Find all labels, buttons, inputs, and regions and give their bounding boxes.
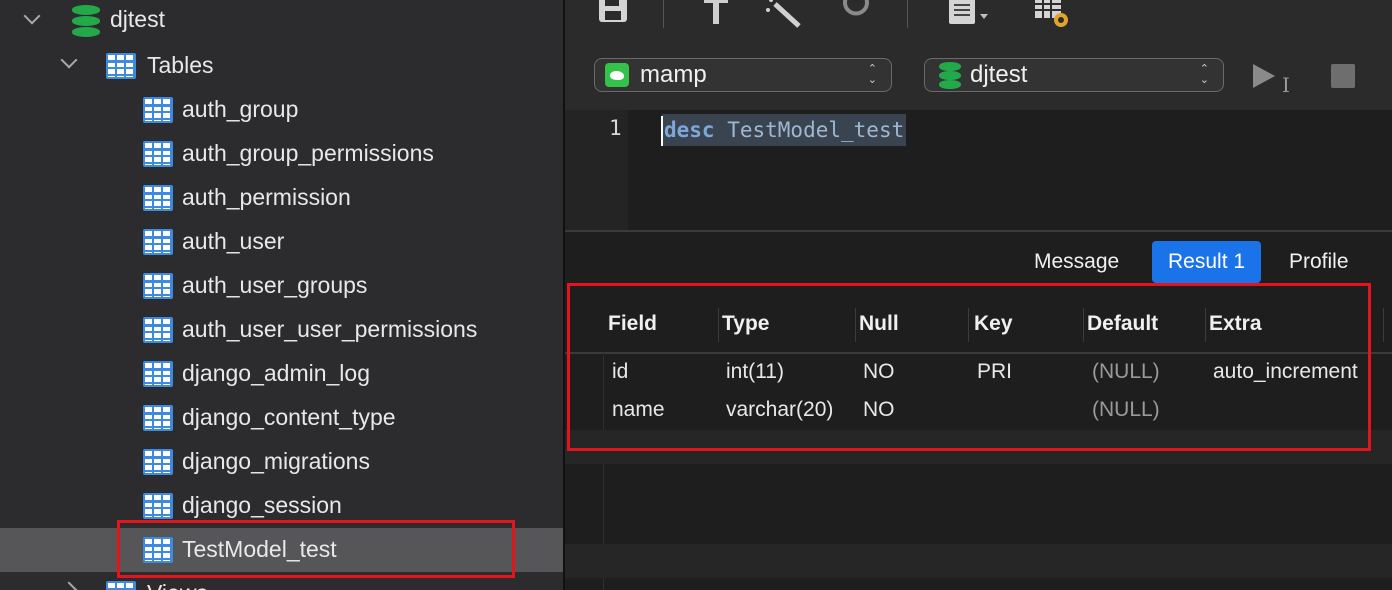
format-icon[interactable] <box>701 0 731 32</box>
table-item[interactable]: auth_user <box>0 220 563 264</box>
tab-result-1[interactable]: Result 1 <box>1152 241 1262 283</box>
table-item[interactable]: django_content_type <box>0 396 563 440</box>
table-icon <box>143 141 173 167</box>
connection-select[interactable]: mamp ⌃ ⌄ <box>594 58 892 92</box>
table-item[interactable]: auth_permission <box>0 176 563 220</box>
table-icon <box>143 317 173 343</box>
sql-editor[interactable]: 1 desc TestModel_test <box>565 110 1392 230</box>
tab-message[interactable]: Message <box>1018 241 1135 283</box>
query-panel: mamp ⌃ ⌄ djtest ⌃ ⌄ I 1 desc TestModel_tes… <box>565 0 1392 590</box>
database-icon <box>939 62 961 89</box>
table-label: django_admin_log <box>182 360 370 386</box>
updown-chevron-icon: ⌃ ⌄ <box>867 63 877 86</box>
table-icon <box>143 185 173 211</box>
stop-icon[interactable] <box>1331 64 1355 88</box>
line-gutter: 1 <box>565 110 628 230</box>
tab-profile[interactable]: Profile <box>1273 241 1365 283</box>
table-item[interactable]: auth_user_user_permissions <box>0 308 563 352</box>
tables-folder-icon <box>106 53 136 79</box>
updown-chevron-icon: ⌃ ⌄ <box>1199 63 1209 86</box>
table-icon <box>143 97 173 123</box>
table-icon <box>143 273 173 299</box>
document-icon[interactable] <box>947 0 991 34</box>
tables-group-label: Tables <box>147 52 214 78</box>
run-icon[interactable] <box>1253 64 1275 88</box>
database-select[interactable]: djtest ⌃ ⌄ <box>924 58 1224 92</box>
sql-keyword: desc <box>664 118 715 142</box>
table-icon <box>143 361 173 387</box>
line-number: 1 <box>609 116 622 140</box>
mamp-icon <box>605 63 629 87</box>
table-icon <box>143 229 173 255</box>
table-label: django_session <box>182 492 342 518</box>
chevron-down-icon[interactable] <box>23 7 41 25</box>
save-icon[interactable] <box>597 0 629 30</box>
column-divider[interactable] <box>1383 308 1384 342</box>
table-label: auth_permission <box>182 184 351 210</box>
sql-text[interactable]: desc TestModel_test <box>662 114 907 146</box>
table-label: django_migrations <box>182 448 370 474</box>
table-label: auth_user_user_permissions <box>182 316 478 342</box>
undo-icon[interactable] <box>841 0 871 28</box>
table-icon <box>143 493 173 519</box>
tree-item-database[interactable]: djtest <box>0 0 563 44</box>
tree-item-tables[interactable]: Tables <box>0 44 563 88</box>
table-item[interactable]: auth_user_groups <box>0 264 563 308</box>
table-label: auth_user <box>182 228 285 254</box>
connection-label: mamp <box>640 61 707 88</box>
database-label: djtest <box>970 61 1028 88</box>
table-item[interactable]: auth_group <box>0 88 563 132</box>
text-cursor-icon: I <box>1282 73 1290 97</box>
table-item[interactable]: django_admin_log <box>0 352 563 396</box>
sql-rest: TestModel_test <box>714 118 905 142</box>
chevron-right-icon[interactable] <box>60 581 78 590</box>
views-group-label: Views <box>147 580 208 590</box>
result-highlight <box>567 283 1371 451</box>
result-tabs: Message Result 1 Profile <box>565 232 1392 286</box>
table-label: auth_group <box>182 96 299 122</box>
table-item[interactable]: auth_group_permissions <box>0 132 563 176</box>
magic-wand-icon[interactable] <box>765 0 803 34</box>
empty-row-stripe <box>565 544 1392 578</box>
views-folder-icon <box>106 581 136 590</box>
table-icon <box>143 405 173 431</box>
toolbar-separator <box>663 0 664 28</box>
database-sidebar: djtest Tables auth_group auth_group_perm… <box>0 0 563 590</box>
toolbar-separator <box>907 0 908 28</box>
table-label: django_content_type <box>182 404 396 430</box>
database-label: djtest <box>110 6 165 32</box>
chevron-down-icon[interactable] <box>60 51 78 69</box>
database-icon <box>72 5 100 37</box>
text-caret <box>661 116 663 146</box>
table-label: auth_group_permissions <box>182 140 434 166</box>
table-label: auth_user_groups <box>182 272 368 298</box>
table-settings-icon[interactable] <box>1033 0 1073 38</box>
query-toolbar: mamp ⌃ ⌄ djtest ⌃ ⌄ I <box>565 0 1392 110</box>
table-item[interactable]: django_migrations <box>0 440 563 484</box>
table-icon <box>143 449 173 475</box>
selected-table-highlight <box>117 520 515 578</box>
